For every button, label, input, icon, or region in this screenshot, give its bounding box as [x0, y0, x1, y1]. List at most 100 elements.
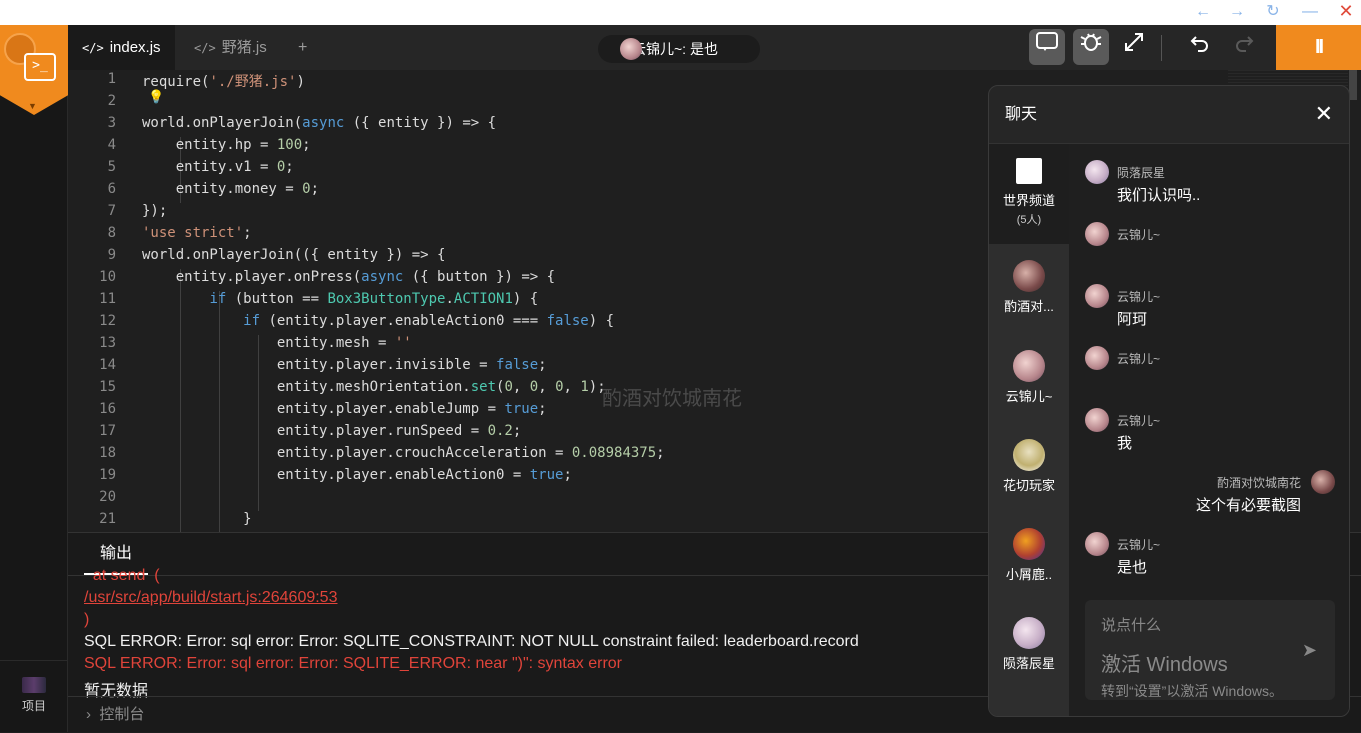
forward-icon[interactable]: →: [1222, 0, 1252, 25]
activation-subtitle: 转到“设置”以激活 Windows。: [1101, 683, 1284, 699]
channel-name: 酌酒对...: [1004, 299, 1054, 314]
channel-user[interactable]: 陨落辰星: [989, 617, 1069, 672]
channel-user[interactable]: 小屑鹿..: [989, 528, 1069, 583]
output-line: SQL ERROR: Error: sql error: Error: SQLI…: [84, 655, 622, 672]
code-line: entity.mesh = '': [142, 335, 412, 351]
code-line: if (button == Box3ButtonType.ACTION1) {: [209, 291, 539, 307]
avatar: [1013, 617, 1045, 649]
channel-name: 花切玩家: [1002, 478, 1055, 493]
avatar[interactable]: [1085, 222, 1109, 246]
avatar[interactable]: [1311, 470, 1335, 494]
line-number: 6: [107, 181, 116, 197]
chat-input-placeholder: 说点什么: [1101, 617, 1162, 634]
presence-indicator[interactable]: 云锦儿~: 是也: [598, 35, 760, 63]
channel-name: 小屑鹿..: [1005, 567, 1053, 582]
project-label: 项目: [21, 699, 46, 713]
app-logo[interactable]: >_ ▼: [0, 25, 68, 115]
project-button[interactable]: 项目: [0, 660, 68, 732]
undo-button[interactable]: [1182, 29, 1218, 65]
line-number: 16: [99, 401, 116, 417]
channel-user[interactable]: 花切玩家: [989, 439, 1069, 494]
close-button[interactable]: ✕: [1331, 0, 1361, 25]
add-tab-button[interactable]: +: [284, 25, 321, 70]
code-file-icon: </>: [194, 41, 216, 55]
avatar[interactable]: [1085, 346, 1109, 370]
lightbulb-icon[interactable]: 💡: [148, 90, 164, 105]
code-line: entity.player.crouchAcceleration = 0.089…: [142, 445, 665, 461]
output-line: SQL ERROR: Error: sql error: Error: SQLI…: [84, 633, 859, 650]
message-text: 这个有必要截图: [1195, 497, 1301, 514]
message-text: 是也: [1117, 559, 1148, 576]
redo-button[interactable]: [1226, 29, 1262, 65]
message-sender: 云锦儿~: [1117, 290, 1161, 304]
presence-text: 云锦儿~: 是也: [632, 41, 718, 57]
line-number: 9: [107, 247, 116, 263]
code-file-icon: </>: [82, 41, 104, 55]
scrollbar[interactable]: [1349, 70, 1357, 100]
message-sender: 酌酒对饮城南花: [1216, 476, 1301, 490]
code-line: entity.hp = 100;: [142, 137, 311, 153]
channel-world[interactable]: 世界频道 (5人): [989, 144, 1069, 244]
code-line: require('./野猪.js'): [142, 74, 305, 90]
line-number: 18: [99, 445, 116, 461]
line-number: 12: [99, 313, 116, 329]
line-number: 3: [107, 115, 116, 131]
chevron-down-icon[interactable]: ▼: [28, 101, 37, 111]
line-number: 11: [99, 291, 116, 307]
avatar: [620, 38, 642, 60]
code-line: }: [142, 511, 252, 527]
chat-message-own: 酌酒对饮城南花 这个有必要截图: [1085, 470, 1335, 514]
line-number: 1: [107, 71, 116, 87]
message-text: 阿珂: [1117, 311, 1148, 328]
tab-label: index.js: [109, 39, 161, 56]
code-line: entity.player.enableJump = true;: [142, 401, 547, 417]
avatar: [1013, 528, 1045, 560]
close-icon[interactable]: ✕: [1315, 100, 1333, 128]
tab-index-js[interactable]: </> index.js: [68, 25, 175, 70]
chat-icon: [1036, 32, 1058, 51]
editor-tabbar: </> index.js </> 野猪.js + 云锦儿~: 是也 II: [68, 25, 1361, 70]
send-icon[interactable]: ➤: [1302, 640, 1317, 661]
code-line: world.onPlayerJoin(async ({ entity }) =>…: [142, 115, 497, 131]
tab-yezhu-js[interactable]: </> 野猪.js: [180, 25, 281, 70]
minimize-button[interactable]: —: [1295, 0, 1325, 25]
code-line: 'use strict';: [142, 225, 252, 241]
message-text: 我: [1117, 435, 1133, 452]
avatar[interactable]: [1085, 160, 1109, 184]
avatar: [1013, 439, 1045, 471]
message-sender: 陨落辰星: [1117, 166, 1166, 180]
refresh-icon[interactable]: ↻: [1258, 0, 1288, 25]
code-line: entity.v1 = 0;: [142, 159, 294, 175]
expand-icon: [1125, 33, 1143, 51]
expand-button[interactable]: [1116, 29, 1152, 65]
code-line: entity.player.runSpeed = 0.2;: [142, 423, 522, 439]
debug-button[interactable]: [1073, 29, 1109, 65]
avatar[interactable]: [1085, 532, 1109, 556]
chevron-right-icon: ›: [86, 706, 91, 723]
message-sender: 云锦儿~: [1117, 538, 1161, 552]
chat-input[interactable]: 说点什么 ➤ 激活 Windows 转到“设置”以激活 Windows。: [1085, 600, 1335, 700]
line-number: 10: [99, 269, 116, 285]
avatar[interactable]: [1085, 408, 1109, 432]
line-number: 13: [99, 335, 116, 351]
channel-name: 世界频道: [1002, 193, 1055, 208]
avatar[interactable]: [1085, 284, 1109, 308]
chat-toggle-button[interactable]: [1029, 29, 1065, 65]
channel-user[interactable]: 云锦儿~: [989, 350, 1069, 405]
project-thumbnail: [22, 677, 46, 693]
back-icon[interactable]: ←: [1188, 0, 1218, 25]
line-number: 5: [107, 159, 116, 175]
tab-label: 野猪.js: [221, 39, 267, 56]
output-link[interactable]: /usr/src/app/build/start.js:264609:53: [84, 589, 337, 607]
terminal-icon: >_: [24, 53, 56, 81]
toolbar-divider: [1161, 35, 1162, 61]
line-number: 8: [107, 225, 116, 241]
channel-user[interactable]: 酌酒对...: [989, 260, 1069, 315]
line-number: 20: [99, 489, 116, 505]
pause-button[interactable]: II: [1276, 25, 1361, 70]
channel-name: 云锦儿~: [1005, 389, 1053, 404]
chat-title: 聊天: [989, 86, 1349, 144]
chat-panel: 聊天 ✕ 世界频道 (5人) 酌酒对... 云锦儿~ 花切玩家 小屑鹿.. 陨落…: [988, 85, 1350, 717]
message-sender: 云锦儿~: [1117, 352, 1161, 366]
chat-message: 云锦儿~ 我: [1085, 408, 1335, 452]
